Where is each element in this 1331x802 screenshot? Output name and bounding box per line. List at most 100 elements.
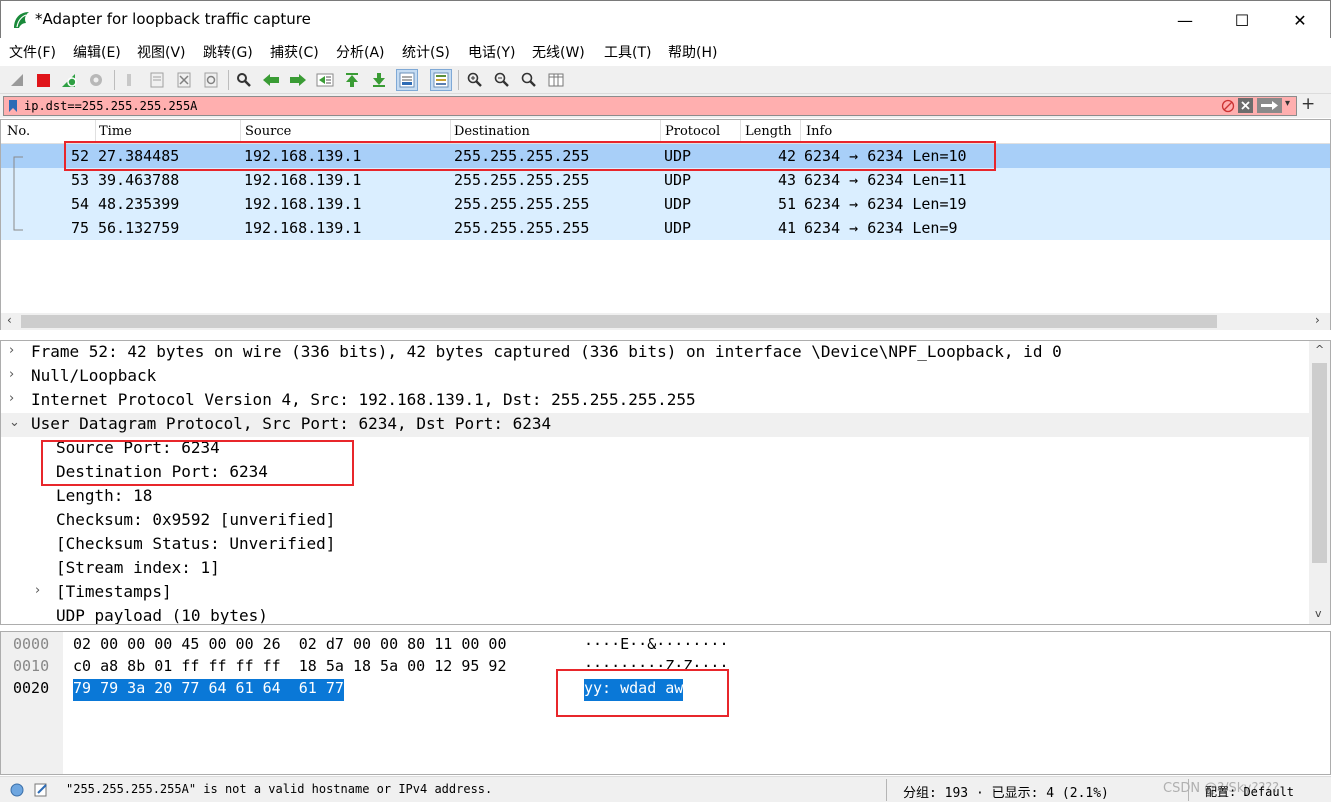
packet-info: 6234 → 6234 Len=10 bbox=[804, 147, 967, 165]
scroll-up-icon[interactable]: ^ bbox=[1315, 343, 1324, 356]
column-protocol[interactable]: Protocol bbox=[665, 124, 720, 139]
menu-bar: 文件(F) 编辑(E) 视图(V) 跳转(G) 捕获(C) 分析(A) 统计(S… bbox=[0, 38, 1331, 66]
first-packet-icon[interactable] bbox=[341, 69, 363, 91]
profile-indicator[interactable]: 配置: Default bbox=[1205, 783, 1294, 800]
expert-info-icon[interactable] bbox=[9, 782, 25, 798]
byte-offset: 0020 bbox=[13, 679, 50, 697]
horizontal-scrollbar[interactable]: ‹ › bbox=[1, 313, 1330, 330]
menu-view[interactable]: 视图(V) bbox=[137, 42, 186, 62]
hex-bytes[interactable]: 02 00 00 00 45 00 00 26 02 d7 00 00 80 1… bbox=[73, 635, 506, 657]
last-packet-icon[interactable] bbox=[368, 69, 390, 91]
menu-capture[interactable]: 捕获(C) bbox=[270, 42, 319, 62]
column-no[interactable]: No. bbox=[7, 124, 30, 139]
packet-protocol: UDP bbox=[664, 219, 692, 237]
find-packet-icon[interactable] bbox=[233, 69, 255, 91]
apply-filter-icon[interactable] bbox=[1257, 98, 1282, 113]
hex-bytes-selected[interactable]: 79 79 3a 20 77 64 61 64 61 77 bbox=[73, 679, 344, 701]
go-to-packet-icon[interactable] bbox=[314, 69, 336, 91]
collapse-icon[interactable]: ⌄ bbox=[9, 415, 20, 430]
expand-icon[interactable]: › bbox=[9, 343, 14, 358]
tree-item-checksum[interactable]: Checksum: 0x9592 [unverified] bbox=[1, 509, 1309, 533]
packet-bytes-pane: 0000 02 00 00 00 45 00 00 26 02 d7 00 00… bbox=[0, 631, 1331, 775]
menu-tools[interactable]: 工具(T) bbox=[604, 42, 651, 62]
edit-comment-icon[interactable] bbox=[33, 782, 49, 798]
packet-info: 6234 → 6234 Len=11 bbox=[804, 171, 967, 189]
display-filter-input[interactable]: ip.dst==255.255.255.255A ▾ bbox=[3, 96, 1297, 116]
packet-list-header: No. Time Source Destination Protocol Len… bbox=[1, 120, 1330, 144]
restart-capture-icon[interactable] bbox=[58, 69, 80, 91]
tree-item-length[interactable]: Length: 18 bbox=[1, 485, 1309, 509]
scroll-down-icon[interactable]: v bbox=[1315, 607, 1322, 620]
expand-icon[interactable]: › bbox=[35, 583, 40, 598]
tree-item-stream-index[interactable]: [Stream index: 1] bbox=[1, 557, 1309, 581]
menu-analyze[interactable]: 分析(A) bbox=[336, 42, 385, 62]
column-length[interactable]: Length bbox=[745, 124, 792, 139]
zoom-in-icon[interactable] bbox=[464, 69, 486, 91]
menu-statistics[interactable]: 统计(S) bbox=[402, 42, 450, 62]
bookmark-icon[interactable] bbox=[8, 99, 18, 113]
ascii-bytes-selected[interactable]: yy: wdad aw bbox=[584, 679, 684, 701]
packet-row[interactable]: 53 39.463788 192.168.139.1 255.255.255.2… bbox=[1, 168, 1330, 192]
tree-item-null-loopback[interactable]: › Null/Loopback bbox=[1, 365, 1309, 389]
tree-item-timestamps[interactable]: › [Timestamps] bbox=[1, 581, 1309, 605]
ascii-bytes[interactable]: ·········Z·Z···· bbox=[584, 657, 729, 679]
go-back-icon[interactable] bbox=[260, 69, 282, 91]
tree-item-label: Frame 52: 42 bytes on wire (336 bits), 4… bbox=[31, 342, 1062, 361]
tree-item-udp-payload[interactable]: UDP payload (10 bytes) bbox=[1, 605, 1309, 624]
tree-item-source-port[interactable]: Source Port: 6234 bbox=[1, 437, 1309, 461]
menu-edit[interactable]: 编辑(E) bbox=[73, 42, 121, 62]
menu-wireless[interactable]: 无线(W) bbox=[532, 42, 585, 62]
packet-length: 51 bbox=[778, 195, 797, 213]
menu-help[interactable]: 帮助(H) bbox=[668, 42, 717, 62]
capture-options-icon[interactable] bbox=[85, 69, 107, 91]
status-message: "255.255.255.255A" is not a valid hostna… bbox=[66, 782, 493, 796]
resize-columns-icon[interactable] bbox=[545, 69, 567, 91]
column-info[interactable]: Info bbox=[806, 124, 832, 139]
menu-go[interactable]: 跳转(G) bbox=[203, 42, 253, 62]
clear-filter-icon[interactable] bbox=[1238, 98, 1253, 113]
menu-file[interactable]: 文件(F) bbox=[9, 42, 56, 62]
go-forward-icon[interactable] bbox=[287, 69, 309, 91]
scroll-right-icon[interactable]: › bbox=[1315, 313, 1320, 327]
ascii-bytes[interactable]: ····E··&········ bbox=[584, 635, 729, 657]
maximize-button[interactable]: ☐ bbox=[1213, 1, 1271, 39]
expand-icon[interactable]: › bbox=[9, 367, 14, 382]
scrollbar-thumb[interactable] bbox=[1312, 363, 1327, 563]
add-filter-button[interactable]: + bbox=[1301, 94, 1315, 114]
column-time[interactable]: Time bbox=[99, 124, 132, 139]
zoom-out-icon[interactable] bbox=[491, 69, 513, 91]
colorize-icon[interactable] bbox=[430, 69, 452, 91]
vertical-scrollbar[interactable]: ^ v bbox=[1309, 341, 1330, 624]
expand-icon[interactable]: › bbox=[9, 391, 14, 406]
packet-length: 43 bbox=[778, 171, 797, 189]
start-capture-icon[interactable] bbox=[6, 69, 28, 91]
tree-item-frame[interactable]: › Frame 52: 42 bytes on wire (336 bits), … bbox=[1, 341, 1309, 365]
tree-item-ipv4[interactable]: › Internet Protocol Version 4, Src: 192.1… bbox=[1, 389, 1309, 413]
packet-source: 192.168.139.1 bbox=[244, 219, 362, 237]
packet-row[interactable]: 54 48.235399 192.168.139.1 255.255.255.2… bbox=[1, 192, 1330, 216]
tree-item-destination-port[interactable]: Destination Port: 6234 bbox=[1, 461, 1309, 485]
autoscroll-icon[interactable] bbox=[396, 69, 418, 91]
column-destination[interactable]: Destination bbox=[454, 124, 530, 139]
tree-item-label: Checksum: 0x9592 [unverified] bbox=[56, 510, 336, 529]
column-source[interactable]: Source bbox=[245, 124, 291, 139]
packet-row[interactable]: 75 56.132759 192.168.139.1 255.255.255.2… bbox=[1, 216, 1330, 240]
close-button[interactable]: ✕ bbox=[1271, 1, 1329, 39]
close-file-icon[interactable] bbox=[173, 69, 195, 91]
save-file-icon[interactable] bbox=[146, 69, 168, 91]
filter-history-dropdown-icon[interactable]: ▾ bbox=[1285, 98, 1290, 109]
tree-item-checksum-status[interactable]: [Checksum Status: Unverified] bbox=[1, 533, 1309, 557]
packet-destination: 255.255.255.255 bbox=[454, 171, 590, 189]
zoom-reset-icon[interactable] bbox=[518, 69, 540, 91]
scroll-left-icon[interactable]: ‹ bbox=[7, 313, 12, 327]
stop-capture-icon[interactable] bbox=[32, 69, 54, 91]
scrollbar-thumb[interactable] bbox=[21, 315, 1217, 328]
reload-file-icon[interactable] bbox=[200, 69, 222, 91]
hex-bytes[interactable]: c0 a8 8b 01 ff ff ff ff 18 5a 18 5a 00 1… bbox=[73, 657, 506, 679]
packet-row[interactable]: 52 27.384485 192.168.139.1 255.255.255.2… bbox=[1, 144, 1330, 168]
open-file-icon[interactable] bbox=[118, 69, 140, 91]
tree-item-label: Destination Port: 6234 bbox=[56, 462, 268, 481]
minimize-button[interactable]: — bbox=[1156, 1, 1214, 39]
tree-item-udp[interactable]: ⌄ User Datagram Protocol, Src Port: 6234,… bbox=[1, 413, 1309, 437]
menu-telephony[interactable]: 电话(Y) bbox=[468, 42, 515, 62]
